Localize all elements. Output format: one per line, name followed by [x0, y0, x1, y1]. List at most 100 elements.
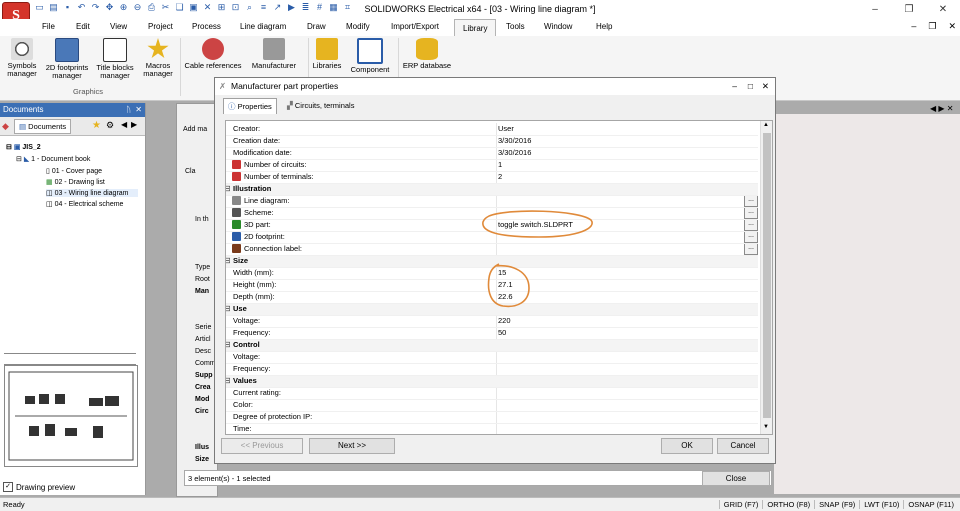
property-row[interactable]: Line diagram:...: [226, 195, 758, 208]
undo-icon[interactable]: ↶: [76, 2, 87, 13]
menu-file[interactable]: File: [42, 22, 55, 31]
property-row[interactable]: Current rating:: [226, 387, 758, 400]
hash-icon[interactable]: ⌗: [342, 2, 353, 13]
category-collapse-icon[interactable]: ⊟: [226, 375, 231, 387]
cancel-button[interactable]: Cancel: [717, 438, 769, 454]
category-collapse-icon[interactable]: ⊟: [226, 339, 231, 351]
symbols-manager-button[interactable]: Symbols manager: [4, 38, 40, 78]
settings-icon[interactable]: ⚙: [106, 120, 114, 131]
scroll-down-icon[interactable]: ▼: [763, 424, 769, 430]
property-row[interactable]: Connection label:...: [226, 243, 758, 256]
checkbox-icon[interactable]: ✓: [3, 482, 13, 492]
layers-icon[interactable]: ≡: [258, 2, 269, 13]
zoom-icon[interactable]: ⊕: [118, 2, 129, 13]
restore-button[interactable]: ❐: [892, 0, 926, 19]
tab-properties[interactable]: ⓘ Properties: [223, 98, 277, 114]
copy-icon[interactable]: ❏: [174, 2, 185, 13]
property-row[interactable]: Color:: [226, 399, 758, 412]
title-blocks-manager-button[interactable]: Title blocks manager: [94, 38, 136, 80]
property-row[interactable]: Creation date: 3/30/2016: [226, 135, 758, 148]
menu-draw[interactable]: Draw: [307, 22, 326, 31]
property-row[interactable]: Creator: User: [226, 123, 758, 136]
ok-button[interactable]: OK: [661, 438, 713, 454]
menu-library[interactable]: Library: [454, 19, 497, 37]
browse-button[interactable]: ...: [744, 207, 758, 219]
dialog-maximize-button[interactable]: □: [748, 78, 753, 95]
tabs-left-icon[interactable]: ◀: [121, 120, 127, 129]
drawing-canvas[interactable]: [774, 114, 960, 494]
property-row[interactable]: Frequency: 50: [226, 327, 758, 340]
property-value[interactable]: 220: [498, 315, 511, 327]
property-row[interactable]: Frequency:: [226, 363, 758, 376]
tree-item-wiring-line-diagram[interactable]: ◫ 03 - Wiring line diagram: [46, 189, 138, 197]
play-icon[interactable]: ▶: [286, 2, 297, 13]
property-category[interactable]: ⊟Control: [226, 339, 758, 352]
menu-modify[interactable]: Modify: [346, 22, 370, 31]
favorites-icon[interactable]: ★: [92, 120, 101, 131]
category-collapse-icon[interactable]: ⊟: [226, 183, 231, 195]
close-footer-button[interactable]: Close: [702, 471, 770, 486]
category-collapse-icon[interactable]: ⊟: [226, 303, 231, 315]
lines-icon[interactable]: ≣: [300, 2, 311, 13]
redo-icon[interactable]: ↷: [90, 2, 101, 13]
dialog-close-button[interactable]: ✕: [762, 78, 769, 95]
property-value[interactable]: 50: [498, 327, 506, 339]
property-row[interactable]: Time:: [226, 423, 758, 434]
menu-project[interactable]: Project: [148, 22, 173, 31]
property-row[interactable]: Number of terminals: 2: [226, 171, 758, 184]
property-value[interactable]: 2: [498, 171, 502, 183]
close-button[interactable]: ✕: [926, 0, 960, 19]
osnap-toggle[interactable]: OSNAP (F11): [903, 500, 958, 509]
grid-icon[interactable]: #: [314, 2, 325, 13]
category-collapse-icon[interactable]: ⊟: [226, 255, 231, 267]
property-value[interactable]: User: [498, 123, 514, 135]
property-value[interactable]: 3/30/2016: [498, 147, 531, 159]
menu-tools[interactable]: Tools: [506, 22, 525, 31]
property-row[interactable]: Modification date: 3/30/2016: [226, 147, 758, 160]
collapse-icon[interactable]: ⊟: [6, 144, 12, 151]
scroll-up-icon[interactable]: ▲: [763, 122, 769, 128]
property-value[interactable]: 3/30/2016: [498, 135, 531, 147]
libraries-button[interactable]: Libraries: [312, 38, 342, 70]
mdi-close-button[interactable]: ✕: [948, 21, 956, 32]
browse-button[interactable]: ...: [744, 243, 758, 255]
menu-view[interactable]: View: [110, 22, 127, 31]
ortho-toggle[interactable]: ORTHO (F8): [762, 500, 814, 509]
footprints-manager-button[interactable]: 2D footprints manager: [42, 38, 92, 80]
browse-button[interactable]: ...: [744, 195, 758, 207]
mdi-restore-button[interactable]: ❐: [928, 21, 936, 32]
pin-icon[interactable]: ᚢ: [126, 103, 131, 117]
tree-item-electrical-scheme[interactable]: ◫ 04 - Electrical scheme: [46, 200, 123, 208]
arrow-icon[interactable]: ↗: [272, 2, 283, 13]
save-icon[interactable]: ▪: [62, 2, 73, 13]
pan-icon[interactable]: ✥: [104, 2, 115, 13]
tree-item-project[interactable]: ⊟ ▣ JIS_2: [6, 143, 41, 151]
previous-button[interactable]: << Previous: [221, 438, 303, 454]
component-button[interactable]: Component: [346, 38, 394, 74]
zoom-out-icon[interactable]: ⊖: [132, 2, 143, 13]
tree-item-book[interactable]: ⊟ ◣ 1 - Document book: [16, 155, 90, 163]
cable-references-button[interactable]: Cable references: [184, 38, 242, 70]
macros-manager-button[interactable]: Macros manager: [140, 38, 176, 78]
open-icon[interactable]: ▤: [48, 2, 59, 13]
next-button[interactable]: Next >>: [309, 438, 395, 454]
menu-import-export[interactable]: Import/Export: [391, 22, 439, 31]
scrollbar-thumb[interactable]: [763, 133, 771, 418]
property-value[interactable]: 1: [498, 159, 502, 171]
property-category[interactable]: ⊟Values: [226, 375, 758, 388]
tab-documents[interactable]: ▤ Documents: [14, 119, 72, 134]
erp-database-button[interactable]: ERP database: [400, 38, 454, 70]
property-grid-scrollbar[interactable]: ▲ ▼: [760, 121, 772, 434]
search-icon[interactable]: ⌕: [244, 2, 255, 13]
print-icon[interactable]: ⎙: [146, 2, 157, 13]
browse-button[interactable]: ...: [744, 219, 758, 231]
dialog-minimize-button[interactable]: –: [732, 78, 737, 95]
canvas-tab-arrows[interactable]: ◀ ▶ ✕: [930, 104, 953, 113]
property-row[interactable]: Degree of protection IP:: [226, 411, 758, 424]
manufacturer-button[interactable]: Manufacturer: [246, 38, 302, 70]
table-icon[interactable]: ▦: [328, 2, 339, 13]
minimize-button[interactable]: –: [858, 0, 892, 19]
new-icon[interactable]: ▭: [34, 2, 45, 13]
erase-icon[interactable]: ✕: [202, 2, 213, 13]
zoom-extents-icon[interactable]: ⊡: [230, 2, 241, 13]
